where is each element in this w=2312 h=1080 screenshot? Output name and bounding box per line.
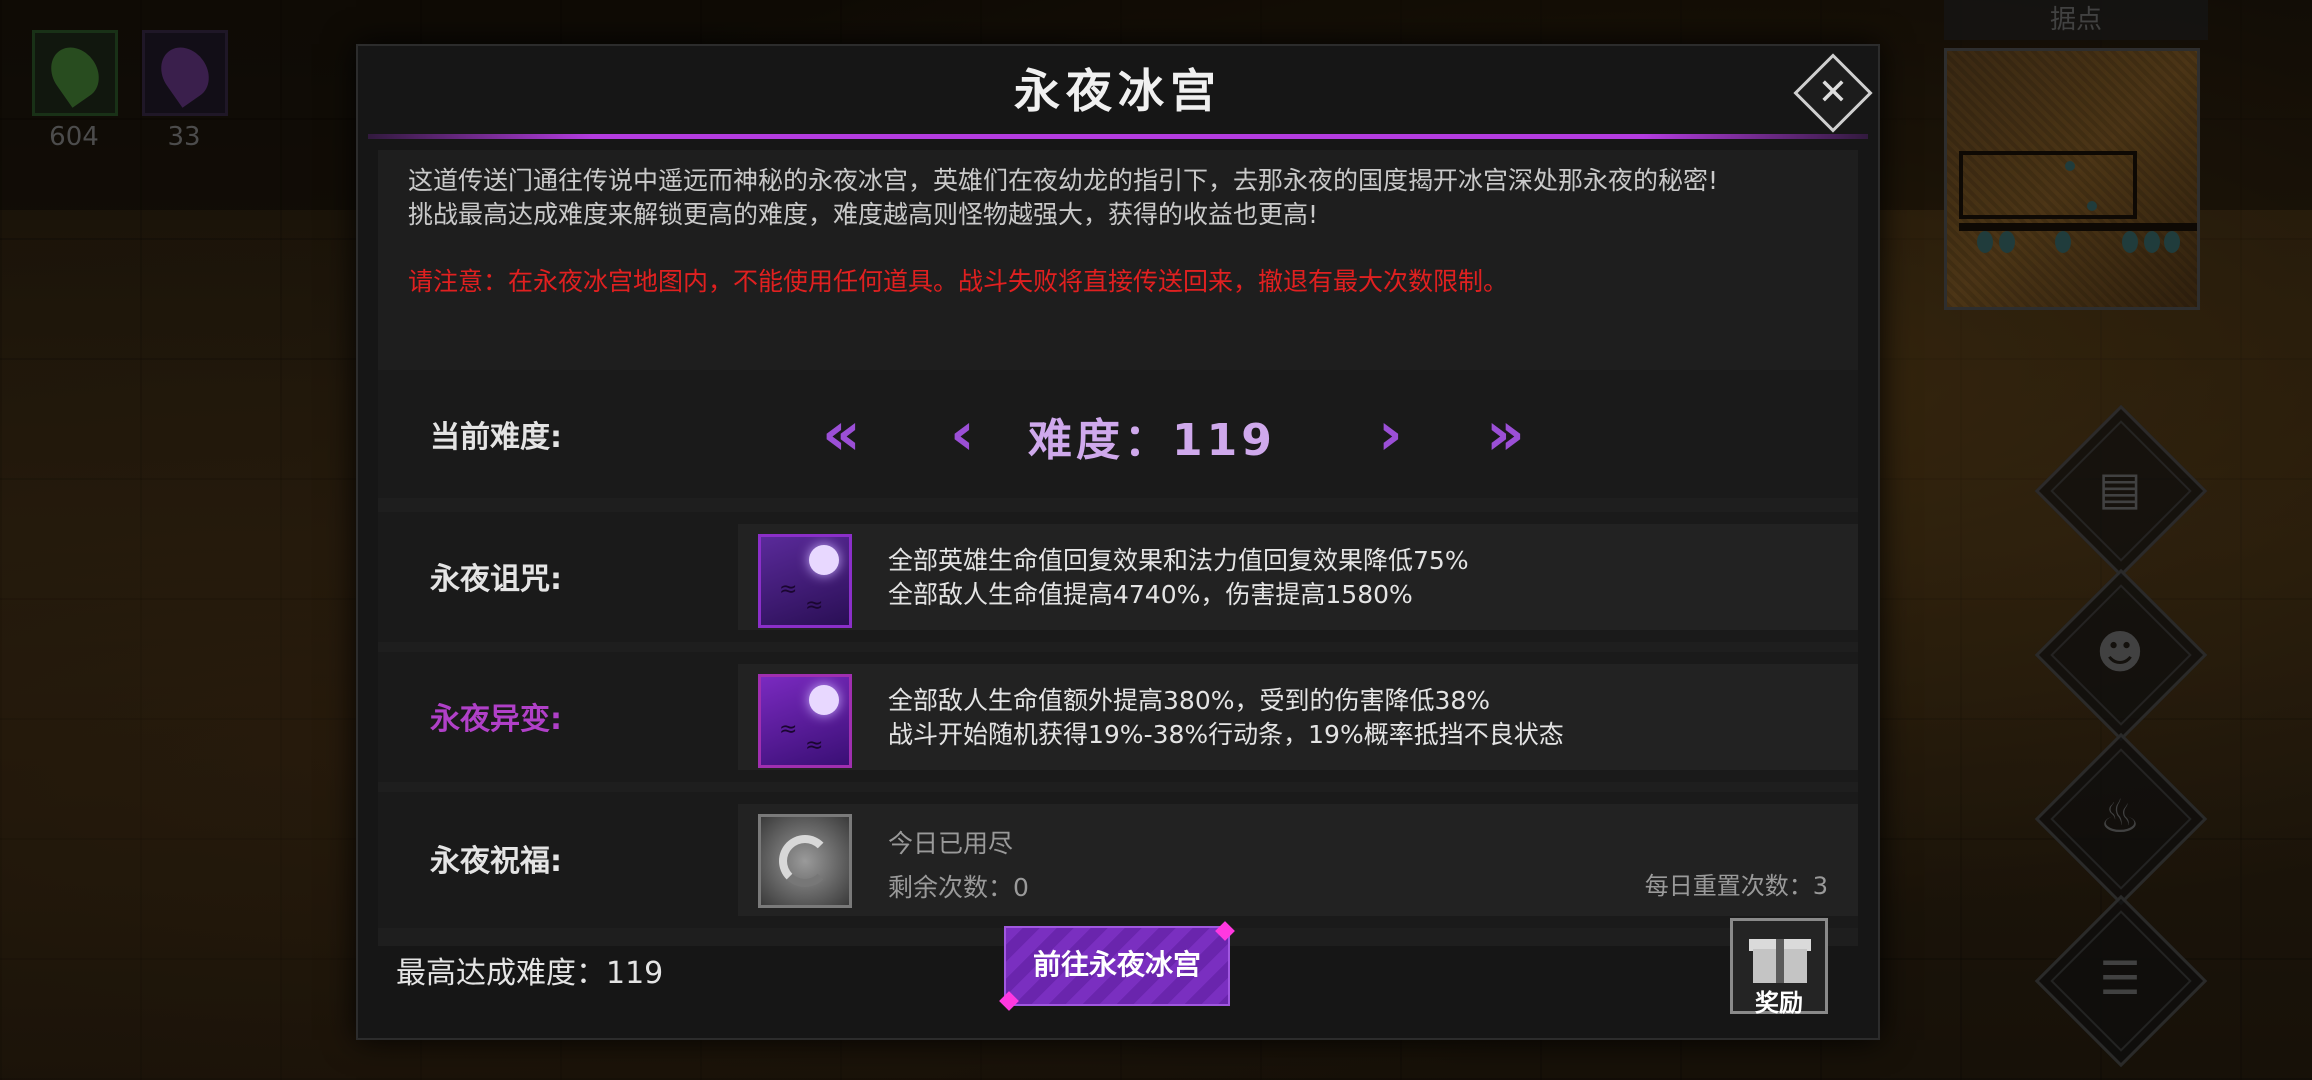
mutation-icon[interactable]: ≈ ≈ (758, 674, 852, 768)
close-icon[interactable]: ✕ (1805, 65, 1861, 121)
effect-line: 战斗开始随机获得19%-38%行动条，19%概率抵挡不良状态 (888, 720, 1564, 749)
description-line: 挑战最高达成难度来解锁更高的难度，难度越高则怪物越强大，获得的收益也更高! (408, 200, 1319, 229)
description-line: 这道传送门通往传说中遥远而神秘的永夜冰宫，英雄们在夜幼龙的指引下，去那永夜的国度… (408, 166, 1719, 195)
daily-reset-count: 每日重置次数：3 (1644, 872, 1828, 900)
bat-icon: ≈ (805, 733, 824, 758)
go-button-label: 前往永夜冰宫 (1032, 948, 1201, 981)
blessing-used-up: 今日已用尽 (888, 829, 1014, 858)
difficulty-label: 当前难度: (430, 420, 562, 455)
mutation-label: 永夜异变: (430, 702, 562, 737)
previous-icon[interactable]: ‹ (950, 404, 975, 464)
swirl-icon (779, 835, 831, 887)
go-to-palace-button[interactable]: 前往永夜冰宫 (999, 921, 1235, 1011)
difficulty-value: 难度：119 (1028, 415, 1276, 466)
bat-icon: ≈ (779, 577, 798, 602)
blessing-status: 今日已用尽 剩余次数：0 (888, 822, 1029, 910)
dialog-title: 永夜冰宫 (1014, 64, 1222, 118)
reward-label: 奖励 (1755, 989, 1803, 1017)
bat-icon: ≈ (805, 593, 824, 618)
difficulty-row: 当前难度: « ‹ 难度：119 › » (378, 370, 1858, 498)
description: 这道传送门通往传说中遥远而神秘的永夜冰宫，英雄们在夜幼龙的指引下，去那永夜的国度… (408, 164, 1848, 232)
effect-line: 全部敌人生命值提高4740%，伤害提高1580% (888, 580, 1413, 609)
bat-icon: ≈ (779, 717, 798, 742)
eternal-night-palace-dialog: 永夜冰宫 ✕ 这道传送门通往传说中遥远而神秘的永夜冰宫，英雄们在夜幼龙的指引下，… (356, 44, 1880, 1040)
mutation-effects: 全部敌人生命值额外提高380%，受到的伤害降低38% 战斗开始随机获得19%-3… (888, 684, 1564, 752)
blessing-remaining: 剩余次数：0 (888, 873, 1029, 902)
last-page-icon[interactable]: » (1486, 404, 1525, 464)
curse-label: 永夜诅咒: (430, 562, 562, 597)
title-divider (368, 134, 1868, 139)
curse-row: 永夜诅咒: ≈ ≈ 全部英雄生命值回复效果和法力值回复效果降低75% 全部敌人生… (378, 512, 1858, 642)
effect-line: 全部敌人生命值额外提高380%，受到的伤害降低38% (888, 686, 1491, 715)
moon-icon (809, 545, 839, 575)
blessing-label: 永夜祝福: (430, 844, 562, 879)
curse-effects: 全部英雄生命值回复效果和法力值回复效果降低75% 全部敌人生命值提高4740%，… (888, 544, 1469, 612)
blessing-icon[interactable] (758, 814, 852, 908)
mutation-row: 永夜异变: ≈ ≈ 全部敌人生命值额外提高380%，受到的伤害降低38% 战斗开… (378, 652, 1858, 782)
curse-icon[interactable]: ≈ ≈ (758, 534, 852, 628)
warning-text: 请注意：在永夜冰宫地图内，不能使用任何道具。战斗失败将直接传送回来，撤退有最大次… (408, 267, 1509, 296)
corner-accent (999, 991, 1019, 1011)
next-icon[interactable]: › (1378, 404, 1403, 464)
first-page-icon[interactable]: « (822, 404, 861, 464)
moon-icon (809, 685, 839, 715)
effect-line: 全部英雄生命值回复效果和法力值回复效果降低75% (888, 546, 1469, 575)
max-difficulty: 最高达成难度：119 (396, 956, 664, 991)
gift-ribbon (1776, 939, 1784, 983)
dialog-content: 这道传送门通往传说中遥远而神秘的永夜冰宫，英雄们在夜幼龙的指引下，去那永夜的国度… (378, 150, 1858, 946)
reward-button[interactable]: 奖励 (1730, 918, 1828, 1017)
blessing-row: 永夜祝福: 今日已用尽 剩余次数：0 每日重置次数：3 (378, 792, 1858, 928)
